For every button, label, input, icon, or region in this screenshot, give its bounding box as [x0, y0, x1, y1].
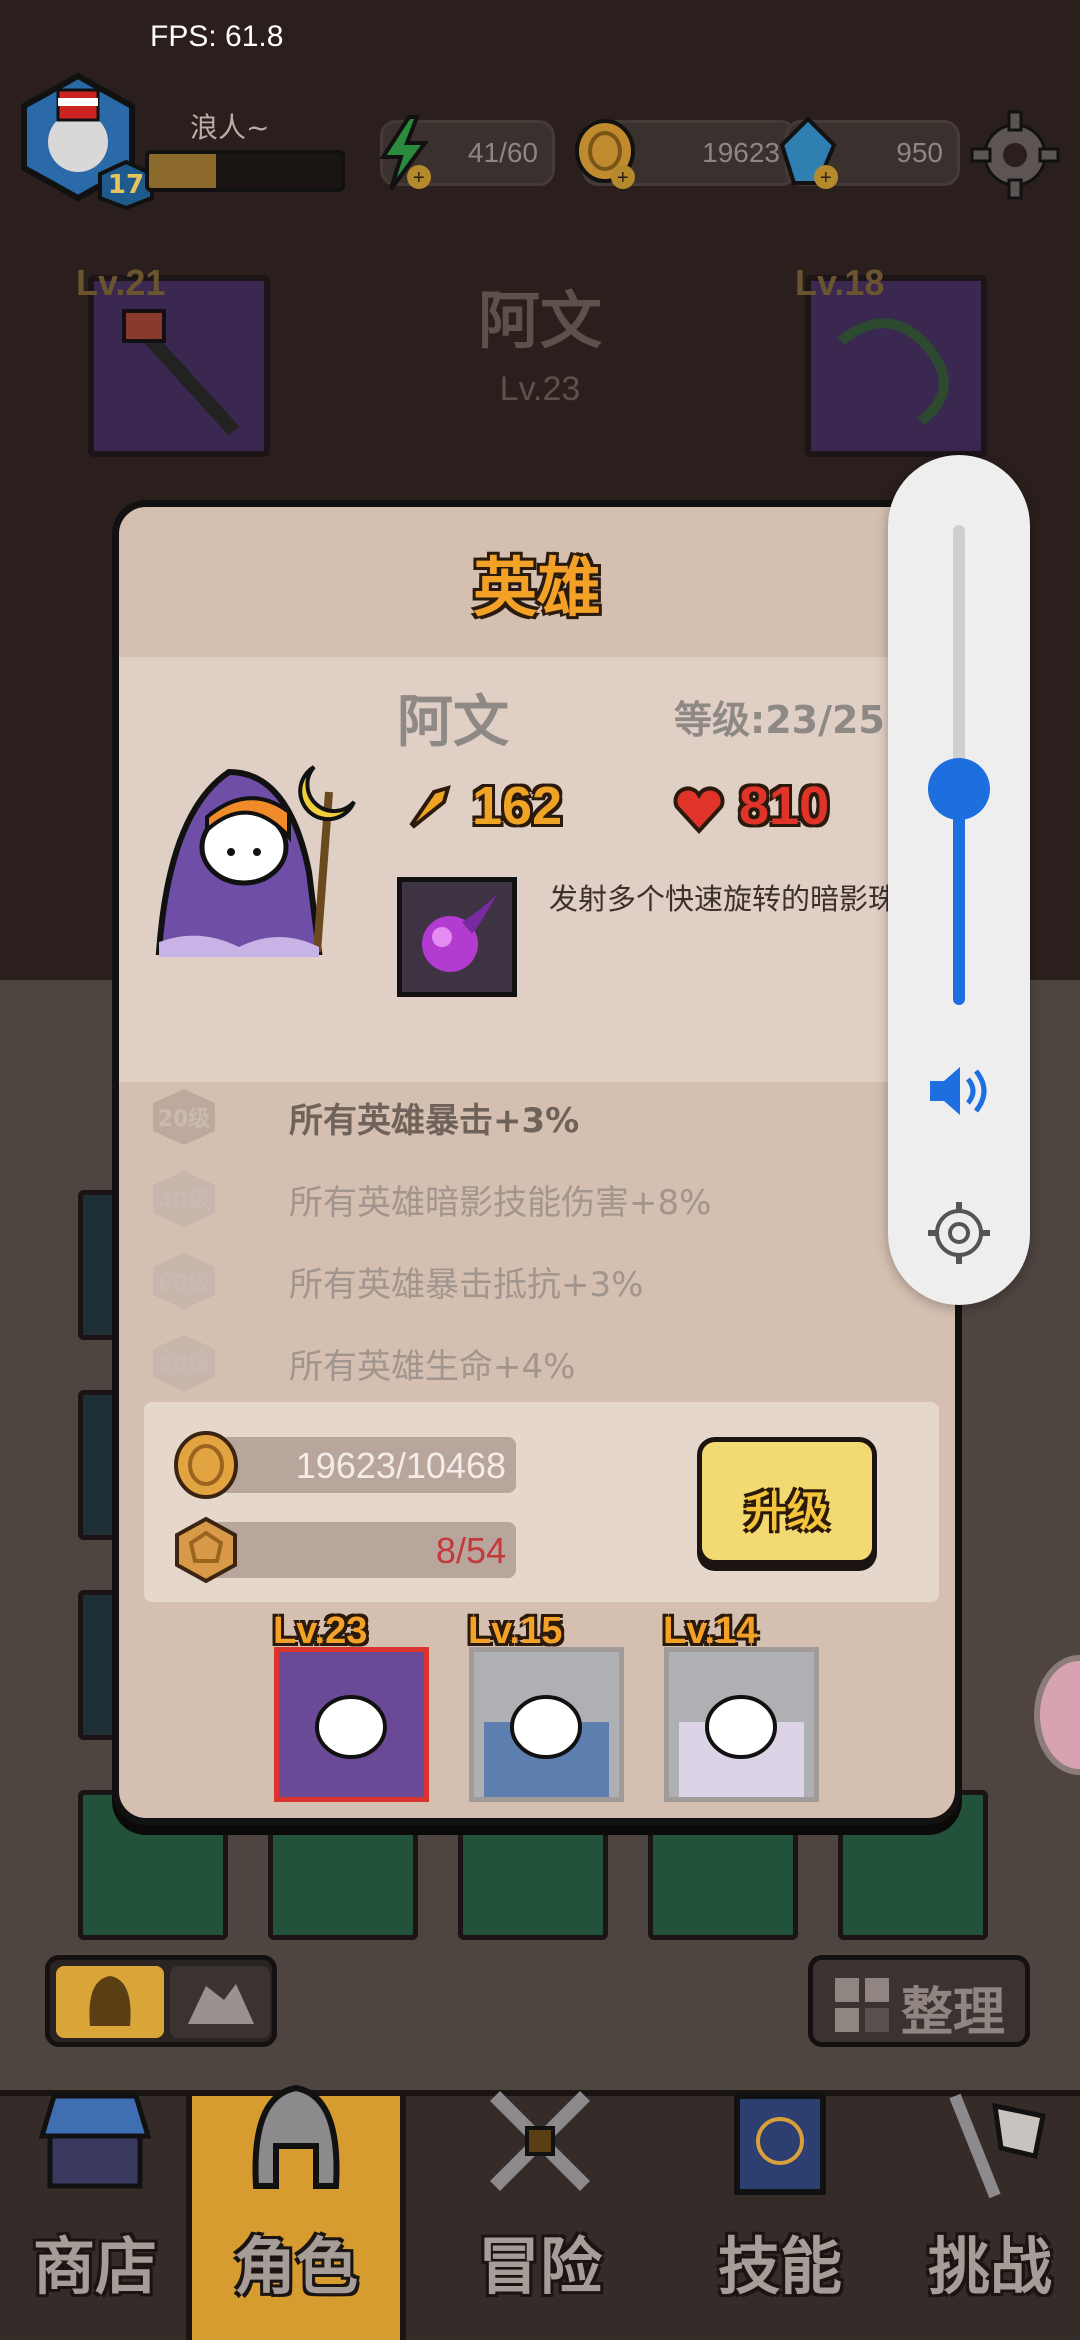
fps-counter: FPS: 61.8: [150, 20, 284, 53]
gem-icon: +: [779, 116, 838, 189]
svg-text:+: +: [820, 167, 832, 189]
player-name: 浪人~: [190, 111, 270, 144]
wizard-hero-portrait: [155, 765, 356, 957]
whip-icon: [837, 318, 949, 425]
nav-tab-shop[interactable]: 商店: [0, 2093, 190, 2340]
attack-value: 162: [472, 776, 563, 836]
staff-icon: [122, 309, 240, 436]
shard-cost-bar: 8/54: [194, 1522, 516, 1578]
hero-shard-icon: [175, 1516, 237, 1584]
nav-tab-challenge[interactable]: 挑战: [900, 2093, 1080, 2340]
modal-title: 英雄: [473, 552, 601, 626]
coin-counter[interactable]: + 19623: [575, 119, 797, 189]
hero-bonus-row: 40级 所有英雄暗影技能伤害+8%: [149, 1169, 849, 1229]
sound-settings-gear-icon[interactable]: [926, 1200, 992, 1266]
bottom-nav: 商店 角色 冒险 技能 挑战: [0, 2084, 1080, 2340]
hero-card[interactable]: Lv.14: [663, 1610, 819, 1802]
nav-tab-adventure[interactable]: 冒险: [440, 2091, 640, 2340]
xp-bar-fill: [149, 154, 217, 188]
health-value: 810: [739, 776, 830, 836]
spellbook-icon: [734, 2093, 826, 2195]
equipment-right-level: Lv.18: [795, 262, 885, 303]
shop-stall-icon: [38, 2093, 152, 2189]
hero-card[interactable]: Lv.23: [273, 1610, 429, 1802]
volume-slider-knob[interactable]: [928, 758, 990, 820]
hero-portrait-icon: [484, 1695, 609, 1797]
hero-modal: 英雄 阿文 等级:23/25 162 810 发射多个快速旋转的暗影珠。 20级…: [112, 500, 962, 1825]
sort-button[interactable]: 整理: [808, 1955, 1030, 2047]
upgrade-button[interactable]: 升级: [697, 1437, 877, 1565]
skill-description: 发射多个快速旋转的暗影珠。: [549, 882, 927, 916]
hero-name: 阿文: [397, 690, 509, 755]
hero-card[interactable]: Lv.15: [468, 1610, 624, 1802]
shadow-orb-icon: [422, 892, 498, 972]
hero-portrait-icon: [679, 1695, 804, 1797]
hero-portrait-icon: [289, 1695, 414, 1797]
hero-bonus-row: 60级 所有英雄暴击抵抗+3%: [149, 1251, 849, 1311]
filter-material-button[interactable]: [170, 1966, 270, 2038]
attack-icon: [409, 785, 451, 829]
speaker-icon[interactable]: [926, 1063, 992, 1119]
sword-flag-icon: [949, 2093, 1046, 2199]
skill-icon-box[interactable]: [397, 877, 517, 997]
svg-text:+: +: [617, 167, 629, 189]
coin-icon: +: [575, 119, 635, 189]
xp-bar: [145, 150, 345, 192]
hero-bonus-row: 80级 所有英雄生命+4%: [149, 1333, 849, 1393]
coin-icon: [174, 1431, 238, 1499]
hero-level: 等级:23/25: [674, 698, 885, 742]
rock-icon: [188, 1984, 254, 2024]
filter-helmet-button[interactable]: [56, 1966, 164, 2038]
equipment-left-level: Lv.21: [76, 262, 166, 303]
hero-bonus-row: 20级 所有英雄暴击+3%: [149, 1087, 849, 1147]
settings-gear-icon[interactable]: [970, 110, 1060, 200]
lightning-icon: +: [379, 115, 431, 191]
volume-slider-fill: [953, 789, 965, 1005]
grid-sort-icon: [835, 1978, 889, 2032]
player-avatar[interactable]: 17: [18, 72, 154, 211]
helmet-icon: [89, 1976, 131, 2026]
inventory-filter-toggle: [45, 1955, 277, 2047]
coin-cost-bar: 19623/10468: [194, 1437, 516, 1493]
heart-icon: [673, 786, 725, 834]
nav-tab-skills[interactable]: 技能: [680, 2093, 880, 2340]
energy-counter[interactable]: + 41/60: [379, 115, 555, 191]
gem-counter[interactable]: + 950: [779, 116, 960, 189]
nav-tab-character[interactable]: 角色: [186, 2084, 406, 2340]
svg-text:+: +: [413, 167, 425, 189]
volume-panel: [888, 455, 1030, 1305]
helmet-icon: [252, 2084, 340, 2189]
crossed-swords-icon: [490, 2091, 590, 2191]
